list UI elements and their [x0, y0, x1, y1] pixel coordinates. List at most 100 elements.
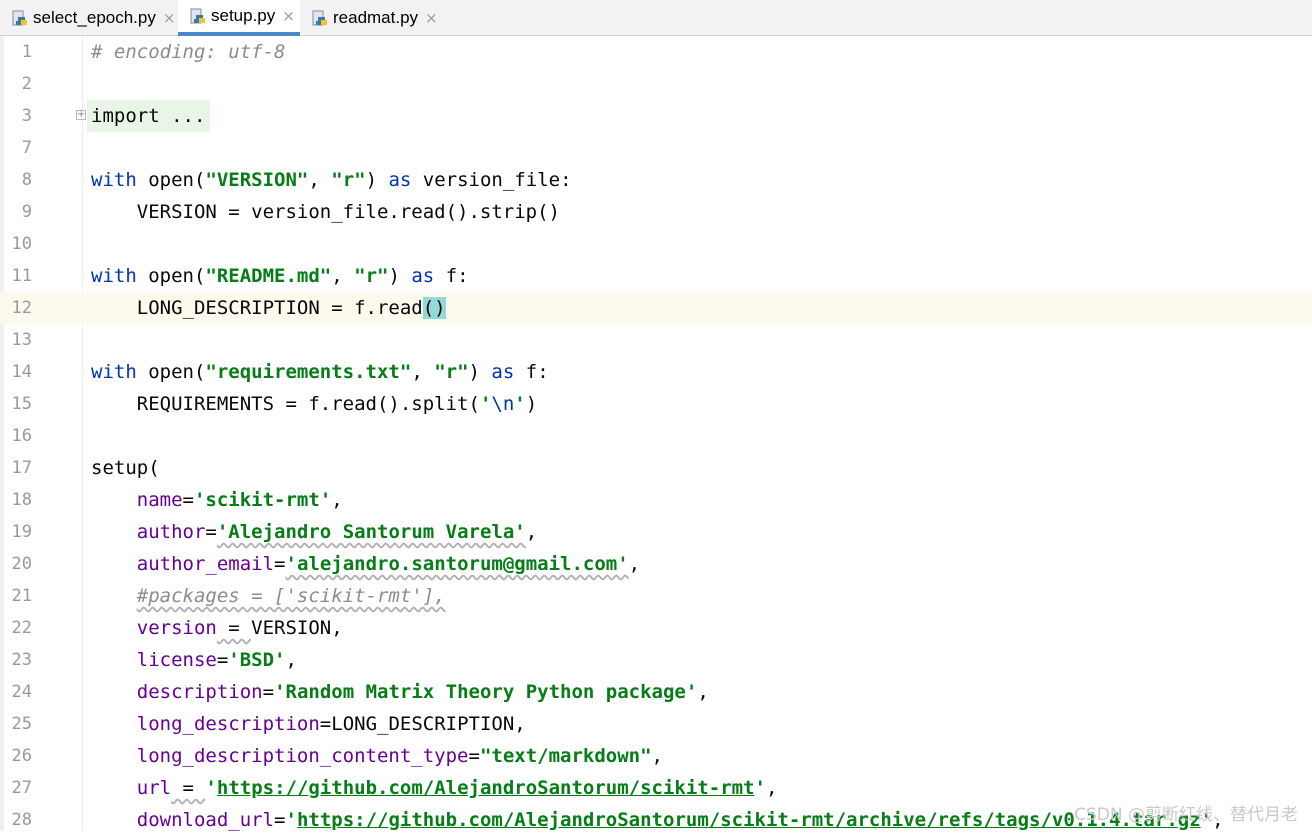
python-file-icon: [312, 10, 327, 25]
code-text: ,: [697, 681, 709, 703]
keyword-argument: url: [136, 777, 172, 799]
url-link[interactable]: https://github.com/AlejandroSantorum/sci…: [217, 777, 755, 799]
code-text: ,: [514, 713, 526, 735]
line-number: 26: [11, 746, 32, 766]
watermark: CSDN @剪断红线、替代月老: [1074, 805, 1298, 825]
tab-label: readmat.py: [333, 8, 419, 27]
code-line-17: setup(: [91, 452, 160, 484]
keyword: as: [491, 361, 515, 383]
keyword-argument: long_description_content_type: [136, 745, 469, 767]
code-line-3[interactable]: import ...: [91, 100, 205, 132]
line-number: 13: [11, 330, 32, 350]
keyword: as: [411, 265, 435, 287]
code-text: =: [274, 553, 286, 575]
code-text: =: [468, 745, 480, 767]
code-text: =: [216, 617, 252, 639]
code-line-8: with open("VERSION", "r") as version_fil…: [91, 164, 572, 196]
keyword-argument: license: [136, 649, 217, 671]
python-file-icon: [190, 8, 205, 23]
string-literal: "r": [354, 265, 389, 287]
code-line-12: LONG_DESCRIPTION = f.read(): [91, 292, 446, 324]
line-number: 14: [11, 362, 32, 382]
tab-label: setup.py: [211, 6, 276, 25]
code-line-27: url = 'https://github.com/AlejandroSanto…: [91, 772, 778, 804]
folded-imports[interactable]: import ...: [91, 105, 205, 127]
code-text: ,: [308, 169, 332, 191]
code-text: ): [468, 361, 492, 383]
line-number: 17: [11, 458, 32, 478]
keyword-argument: long_description: [136, 713, 320, 735]
code-text: VERSION = version_file.read().strip(): [91, 201, 560, 223]
code-line-25: long_description=LONG_DESCRIPTION,: [91, 708, 526, 740]
string-literal: 'Random Matrix Theory Python package': [274, 681, 698, 703]
tab-setup[interactable]: setup.py ×: [178, 0, 300, 36]
code-text: ,: [525, 521, 538, 543]
code-text: =: [205, 521, 217, 543]
code-text: ,: [628, 553, 641, 575]
code-text: setup(: [91, 457, 160, 479]
code-text: f:: [434, 265, 469, 287]
keyword-argument: version: [136, 617, 217, 639]
code-text: REQUIREMENTS = f.read().split(: [91, 393, 480, 415]
code-text: =: [216, 649, 229, 671]
keyword-argument: author_email: [136, 553, 275, 575]
close-tab-icon[interactable]: ×: [425, 9, 438, 27]
close-tab-icon[interactable]: ×: [282, 7, 295, 25]
code-text: ,: [285, 649, 297, 671]
code-text: =: [262, 681, 275, 703]
url-link[interactable]: https://github.com/AlejandroSantorum/sci…: [297, 809, 1201, 831]
code-text: =: [274, 809, 286, 831]
line-number: 2: [21, 74, 32, 94]
code-text: LONG_DESCRIPTION: [331, 713, 515, 735]
code-text: ): [365, 169, 389, 191]
line-number: 28: [11, 810, 32, 830]
code-text: VERSION: [251, 617, 332, 639]
code-line-23: license='BSD',: [91, 644, 297, 676]
code-line-1: # encoding: utf-8: [91, 36, 285, 68]
tab-readmat[interactable]: readmat.py ×: [300, 0, 442, 36]
code-line-21: #packages = ['scikit-rmt'],: [91, 580, 446, 612]
python-file-icon: [12, 10, 27, 25]
tab-label: select_epoch.py: [33, 8, 156, 27]
line-number: 22: [11, 618, 32, 638]
line-number: 18: [11, 490, 32, 510]
code-text: ,: [331, 617, 343, 639]
line-number: 24: [11, 682, 32, 702]
keyword: with: [91, 265, 137, 287]
line-number: 20: [11, 554, 32, 574]
code-text: ): [525, 393, 538, 415]
string-quote: ': [754, 777, 766, 799]
comment: # encoding: utf-8: [91, 41, 286, 63]
line-number: 15: [11, 394, 32, 414]
code-text: ,: [651, 745, 663, 767]
keyword: with: [91, 361, 137, 383]
code-text: ): [388, 265, 412, 287]
keyword-argument: download_url: [136, 809, 275, 831]
keyword-argument: description: [136, 681, 263, 703]
line-number: 10: [11, 234, 32, 254]
keyword-argument: name: [136, 489, 183, 511]
line-number: 23: [11, 650, 32, 670]
string-literal: "text/markdown": [479, 745, 652, 767]
escape-sequence: \n: [491, 393, 515, 415]
code-text: LONG_DESCRIPTION = f.read: [91, 297, 423, 319]
matched-parentheses: (): [422, 297, 446, 319]
code-line-24: description='Random Matrix Theory Python…: [91, 676, 709, 708]
code-text: ,: [331, 489, 343, 511]
code-line-22: version = VERSION,: [91, 612, 343, 644]
string-literal: "r": [434, 361, 469, 383]
string-literal: 'alejandro.santorum@gmail.com': [285, 553, 629, 575]
code-text: =: [171, 777, 206, 799]
tab-select-epoch[interactable]: select_epoch.py ×: [0, 0, 178, 36]
string-literal: 'scikit-rmt': [193, 489, 332, 511]
code-text: f:: [514, 361, 549, 383]
close-tab-icon[interactable]: ×: [163, 9, 176, 27]
expand-fold-icon[interactable]: +: [76, 110, 86, 120]
code-line-14: with open("requirements.txt", "r") as f:: [91, 356, 549, 388]
string-quote: ': [285, 809, 297, 831]
code-text: open(: [136, 169, 206, 191]
line-number: 7: [21, 138, 32, 158]
code-line-28: download_url='https://github.com/Alejand…: [91, 804, 1224, 836]
line-number: 12: [11, 298, 32, 318]
line-number: 21: [11, 586, 32, 606]
